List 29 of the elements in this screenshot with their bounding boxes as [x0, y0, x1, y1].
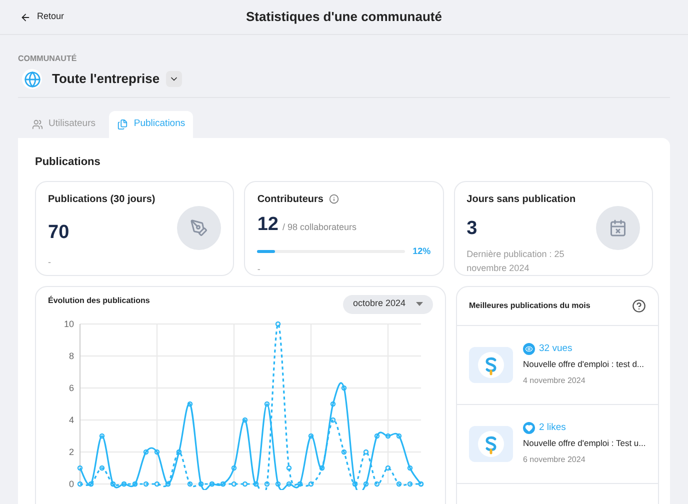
progress-percent: 12% — [412, 245, 431, 258]
stat-value: 3 — [466, 216, 478, 240]
stat-note: - — [257, 262, 262, 276]
page-title: Statistiques d'une communauté — [246, 8, 442, 26]
card-title: Publications (30 jours) — [48, 192, 156, 206]
card-title: Jours sans publication — [466, 192, 576, 206]
chart-title: Évolution des publications — [48, 294, 150, 306]
post-date: 4 novembre 2024 — [523, 375, 586, 387]
section-label: COMMUNAUTÉ — [18, 53, 78, 65]
panel-title: Publications — [35, 155, 102, 170]
y-tick-label: 0 — [68, 478, 74, 488]
post-metric: 32 vues — [539, 342, 572, 356]
stat-note: Dernière publication : 25 novembre 2024 — [466, 248, 566, 275]
y-tick-label: 6 — [68, 382, 74, 392]
y-tick-label: 4 — [68, 414, 74, 424]
card-title: Contributeurs — [257, 192, 324, 206]
post-title: Nouvelle offre d'emploi : Test u... — [523, 437, 646, 450]
y-tick-label: 2 — [68, 446, 74, 456]
stat-suffix: / 98 collaborateurs — [282, 220, 357, 234]
card-title: Meilleures publications du mois — [469, 300, 590, 312]
stat-value: 12 — [257, 212, 278, 236]
community-name: Toute l'entreprise — [52, 70, 160, 88]
stat-note: - — [48, 256, 52, 269]
stat-value: 70 — [48, 220, 70, 244]
y-tick-label: 8 — [68, 350, 74, 360]
post-metric: 2 likes — [539, 421, 566, 435]
post-title: Nouvelle offre d'emploi : test d... — [523, 358, 644, 371]
y-tick-label: 10 — [64, 318, 74, 328]
post-date: 6 novembre 2024 — [523, 454, 586, 466]
